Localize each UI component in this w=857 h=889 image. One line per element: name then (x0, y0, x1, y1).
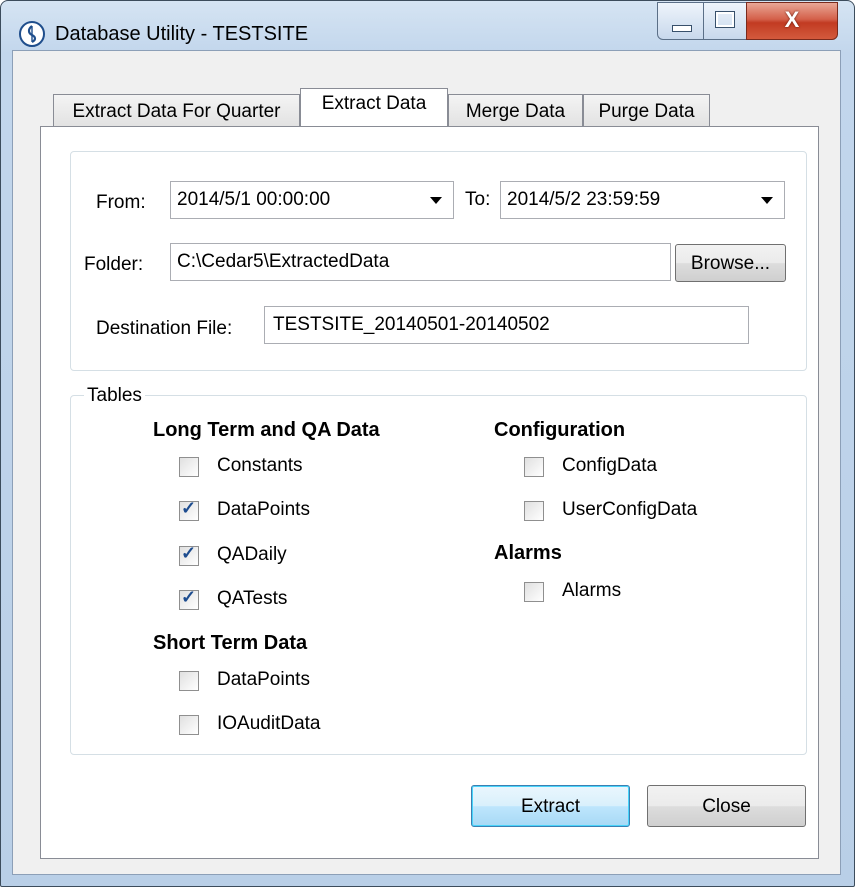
browse-button[interactable]: Browse... (675, 244, 786, 282)
checkbox-box[interactable]: ✓ (179, 587, 199, 610)
tables-caption: Tables (84, 385, 145, 407)
checkbox-label: DataPoints (217, 669, 310, 690)
checkbox-label: DataPoints (217, 499, 310, 520)
checkbox-box[interactable]: ✓ (179, 498, 199, 521)
checkbox-box[interactable] (524, 582, 544, 602)
from-datetime-field[interactable]: 2014/5/1 00:00:00 (170, 181, 420, 219)
window-title: Database Utility - TESTSITE (55, 23, 309, 45)
to-dropdown-button[interactable] (749, 181, 785, 219)
from-label: From: (96, 192, 146, 213)
folder-path-field[interactable]: C:\Cedar5\ExtractedData (170, 243, 671, 281)
checkbox-box[interactable] (179, 715, 199, 735)
checkbox-label: UserConfigData (562, 499, 698, 520)
checkbox-box[interactable] (179, 457, 199, 477)
tab-extract-data-for-quarter[interactable]: Extract Data For Quarter (53, 94, 300, 126)
checkbox-label: Alarms (562, 580, 622, 601)
checkmark-icon: ✓ (181, 498, 197, 518)
from-dropdown-button[interactable] (419, 181, 454, 219)
destination-file-field[interactable]: TESTSITE_20140501-20140502 (264, 306, 749, 344)
maximize-icon (715, 11, 735, 28)
tables-group (70, 395, 807, 755)
checkmark-icon: ✓ (181, 543, 197, 563)
title-bar[interactable]: Database Utility - TESTSITE X (1, 1, 854, 53)
checkbox-label: ConfigData (562, 455, 658, 476)
close-button[interactable]: Close (647, 785, 806, 827)
checkmark-icon: ✓ (181, 587, 197, 607)
checkbox-label: Constants (217, 455, 303, 476)
configuration-heading: Configuration (494, 419, 626, 441)
minimize-icon (672, 25, 692, 32)
close-icon: X (784, 7, 800, 32)
checkbox-box[interactable]: ✓ (179, 543, 199, 566)
tab-merge-data[interactable]: Merge Data (448, 94, 583, 126)
close-window-button[interactable]: X (746, 2, 838, 40)
checkbox-box[interactable] (524, 501, 544, 521)
chevron-down-icon (430, 196, 442, 204)
app-icon (19, 21, 45, 47)
tab-extract-data[interactable]: Extract Data (300, 88, 448, 126)
checkbox-label: IOAuditData (217, 713, 321, 734)
maximize-button[interactable] (703, 2, 747, 40)
chevron-down-icon (760, 196, 773, 204)
checkbox-label: QADaily (217, 544, 287, 565)
minimize-button[interactable] (657, 2, 704, 40)
destination-file-label: Destination File: (96, 318, 233, 339)
extract-button[interactable]: Extract (471, 785, 630, 827)
tab-purge-data[interactable]: Purge Data (583, 94, 710, 126)
long-term-heading: Long Term and QA Data (153, 419, 380, 441)
to-label: To: (465, 189, 491, 210)
short-term-heading: Short Term Data (153, 632, 308, 654)
checkbox-box[interactable] (524, 457, 544, 477)
checkbox-label: QATests (217, 588, 288, 609)
alarms-heading: Alarms (494, 542, 562, 564)
folder-label: Folder: (84, 254, 144, 275)
to-datetime-field[interactable]: 2014/5/2 23:59:59 (500, 181, 750, 219)
checkbox-box[interactable] (179, 671, 199, 691)
